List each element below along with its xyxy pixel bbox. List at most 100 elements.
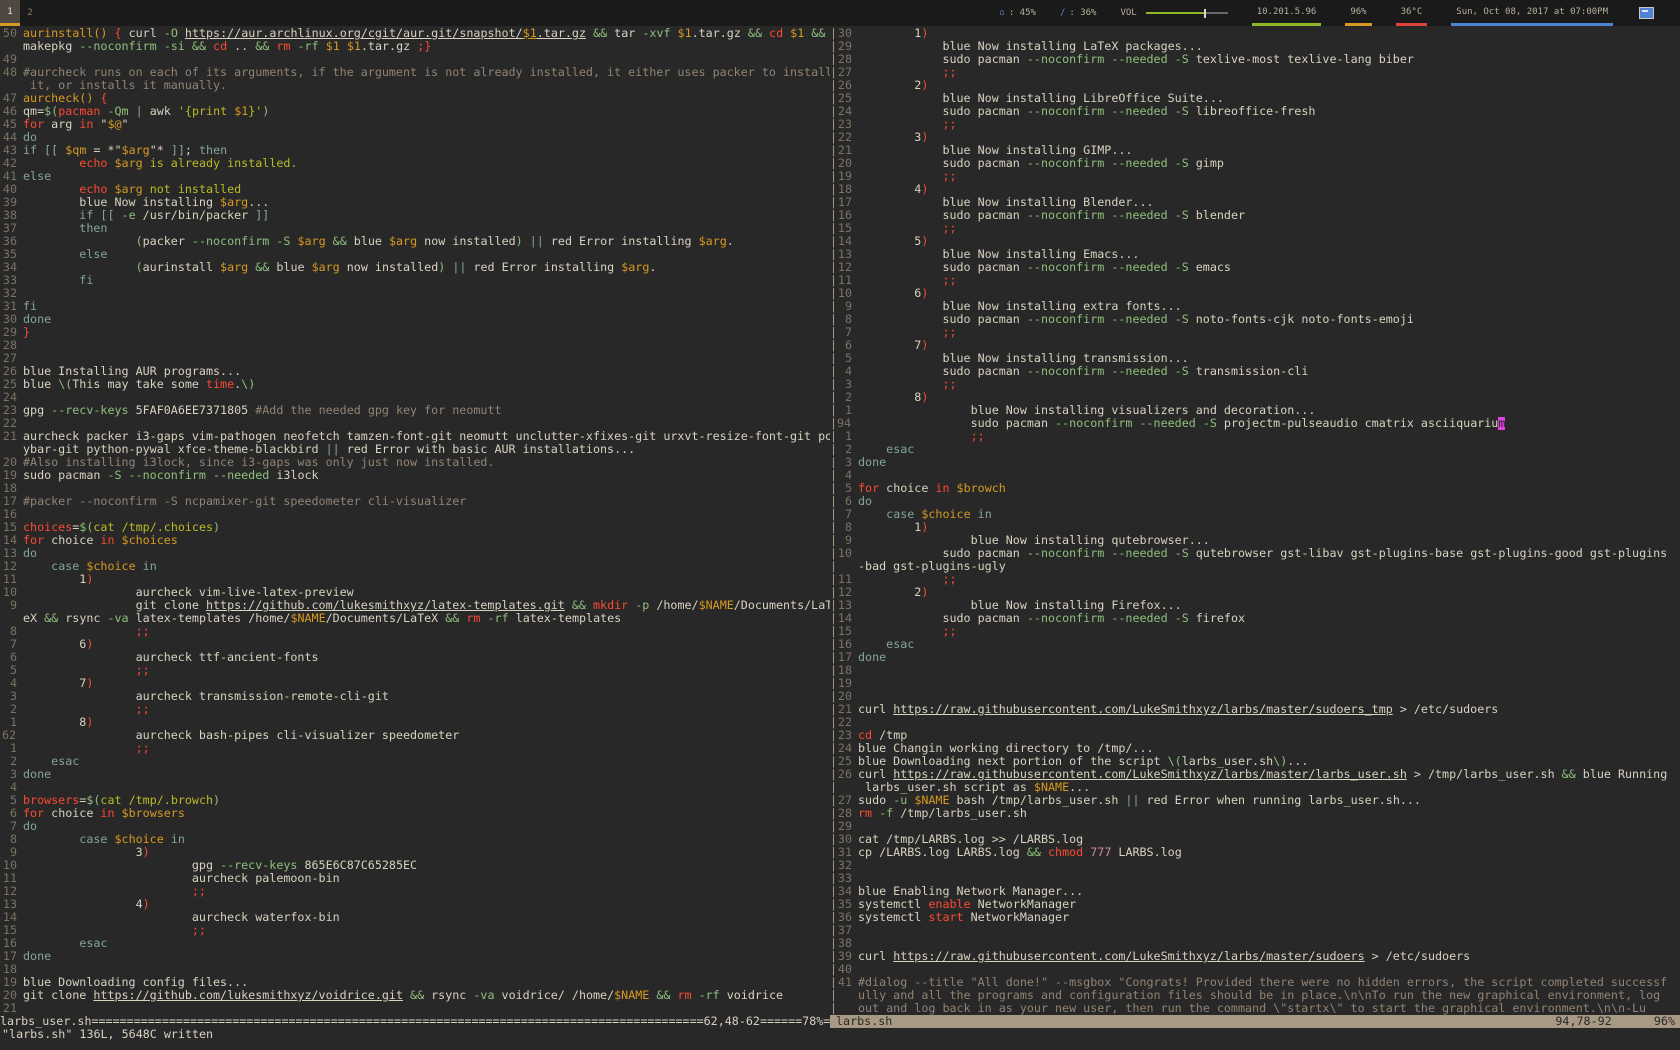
window-separator[interactable]: |: [830, 66, 837, 79]
window-separator[interactable]: |: [830, 638, 837, 651]
window-separator[interactable]: |: [830, 365, 837, 378]
line-number: 2: [2, 703, 17, 716]
window-separator[interactable]: |: [830, 586, 837, 599]
line-number: 6: [2, 807, 17, 820]
window-separator[interactable]: |: [830, 742, 837, 755]
code-token: aurcheck transmission-remote-cli-git: [23, 690, 389, 703]
window-separator[interactable]: |: [830, 170, 837, 183]
window-separator[interactable]: |: [830, 209, 837, 222]
window-separator[interactable]: |: [830, 196, 837, 209]
window-separator[interactable]: |: [830, 131, 837, 144]
window-separator[interactable]: |: [830, 560, 837, 573]
window-separator[interactable]: |: [830, 105, 837, 118]
window-separator[interactable]: |: [830, 612, 837, 625]
window-separator[interactable]: |: [830, 573, 837, 586]
window-separator[interactable]: |: [830, 989, 837, 1002]
window-separator[interactable]: |: [830, 898, 837, 911]
window-separator[interactable]: |: [830, 677, 837, 690]
window-separator[interactable]: |: [830, 885, 837, 898]
code-token: latex-templates /home/: [129, 612, 291, 625]
code-row: |33: [830, 872, 1680, 885]
window-separator[interactable]: |: [830, 469, 837, 482]
line-number: 4: [837, 365, 852, 378]
window-separator[interactable]: |: [830, 118, 837, 131]
workspace-tag-1[interactable]: 1: [0, 0, 20, 26]
window-separator[interactable]: |: [830, 833, 837, 846]
window-separator[interactable]: |: [830, 924, 837, 937]
window-separator[interactable]: |: [830, 378, 837, 391]
window-separator[interactable]: |: [830, 248, 837, 261]
window-separator[interactable]: |: [830, 755, 837, 768]
window-separator[interactable]: |: [830, 547, 837, 560]
window-separator[interactable]: |: [830, 963, 837, 976]
systray-monitor-icon[interactable]: [1639, 7, 1654, 19]
window-separator[interactable]: |: [830, 326, 837, 339]
window-separator[interactable]: |: [830, 495, 837, 508]
code-row: 3 aurcheck transmission-remote-cli-git: [2, 690, 830, 703]
window-separator[interactable]: |: [830, 222, 837, 235]
code-token: qutebrowser gst-libav gst-plugins-base g…: [1189, 547, 1667, 560]
code-token: -bad gst-plugins-ugly: [858, 560, 1006, 573]
window-separator[interactable]: |: [830, 79, 837, 92]
window-separator[interactable]: |: [830, 144, 837, 157]
window-separator[interactable]: |: [830, 27, 837, 40]
code-token: 2: [858, 79, 921, 92]
code-row: 35 else: [2, 248, 830, 261]
window-separator[interactable]: |: [830, 703, 837, 716]
window-separator[interactable]: |: [830, 768, 837, 781]
window-separator[interactable]: |: [830, 599, 837, 612]
window-separator[interactable]: |: [830, 53, 837, 66]
window-separator[interactable]: |: [830, 690, 837, 703]
window-separator[interactable]: |: [830, 859, 837, 872]
window-separator[interactable]: |: [830, 313, 837, 326]
window-separator[interactable]: |: [830, 872, 837, 885]
window-separator[interactable]: |: [830, 781, 837, 794]
window-separator[interactable]: |: [830, 443, 837, 456]
window-separator[interactable]: |: [830, 729, 837, 742]
window-separator[interactable]: |: [830, 430, 837, 443]
window-separator[interactable]: |: [830, 976, 837, 989]
window-separator[interactable]: |: [830, 482, 837, 495]
window-separator[interactable]: |: [830, 937, 837, 950]
window-separator[interactable]: |: [830, 300, 837, 313]
code-token: blue Now installing qutebrowser...: [858, 534, 1210, 547]
window-separator[interactable]: |: [830, 183, 837, 196]
window-separator[interactable]: |: [830, 716, 837, 729]
window-separator[interactable]: |: [830, 911, 837, 924]
window-separator[interactable]: |: [830, 651, 837, 664]
workspace-tag-2[interactable]: 2: [20, 0, 40, 26]
window-separator[interactable]: |: [830, 404, 837, 417]
window-separator[interactable]: |: [830, 157, 837, 170]
window-separator[interactable]: |: [830, 456, 837, 469]
window-separator[interactable]: |: [830, 274, 837, 287]
code-token: $(: [44, 105, 58, 118]
window-separator[interactable]: |: [830, 1002, 837, 1015]
volume-rest: [1206, 12, 1228, 14]
window-separator[interactable]: |: [830, 287, 837, 300]
window-separator[interactable]: |: [830, 521, 837, 534]
window-separator[interactable]: |: [830, 807, 837, 820]
window-separator[interactable]: |: [830, 391, 837, 404]
window-separator[interactable]: |: [830, 339, 837, 352]
window-separator[interactable]: |: [830, 820, 837, 833]
window-separator[interactable]: |: [830, 534, 837, 547]
window-separator[interactable]: |: [830, 40, 837, 53]
window-separator[interactable]: |: [830, 664, 837, 677]
window-separator[interactable]: |: [830, 625, 837, 638]
code-token: [23, 248, 79, 261]
window-separator[interactable]: |: [830, 950, 837, 963]
line-number: 18: [837, 183, 852, 196]
window-separator[interactable]: |: [830, 846, 837, 859]
window-separator[interactable]: |: [830, 261, 837, 274]
code-token: echo: [79, 183, 107, 196]
code-token: else: [23, 170, 51, 183]
window-separator[interactable]: |: [830, 352, 837, 365]
window-separator[interactable]: |: [830, 508, 837, 521]
window-separator[interactable]: |: [830, 794, 837, 807]
window-separator[interactable]: |: [830, 417, 837, 430]
window-separator[interactable]: |: [830, 235, 837, 248]
vim-pane-left[interactable]: 50aurinstall() { curl -O https://aur.arc…: [0, 27, 830, 1015]
volume-slider[interactable]: [1146, 9, 1228, 18]
vim-pane-right[interactable]: |30 1)|29 blue Now installing LaTeX pack…: [830, 27, 1680, 1015]
window-separator[interactable]: |: [830, 92, 837, 105]
